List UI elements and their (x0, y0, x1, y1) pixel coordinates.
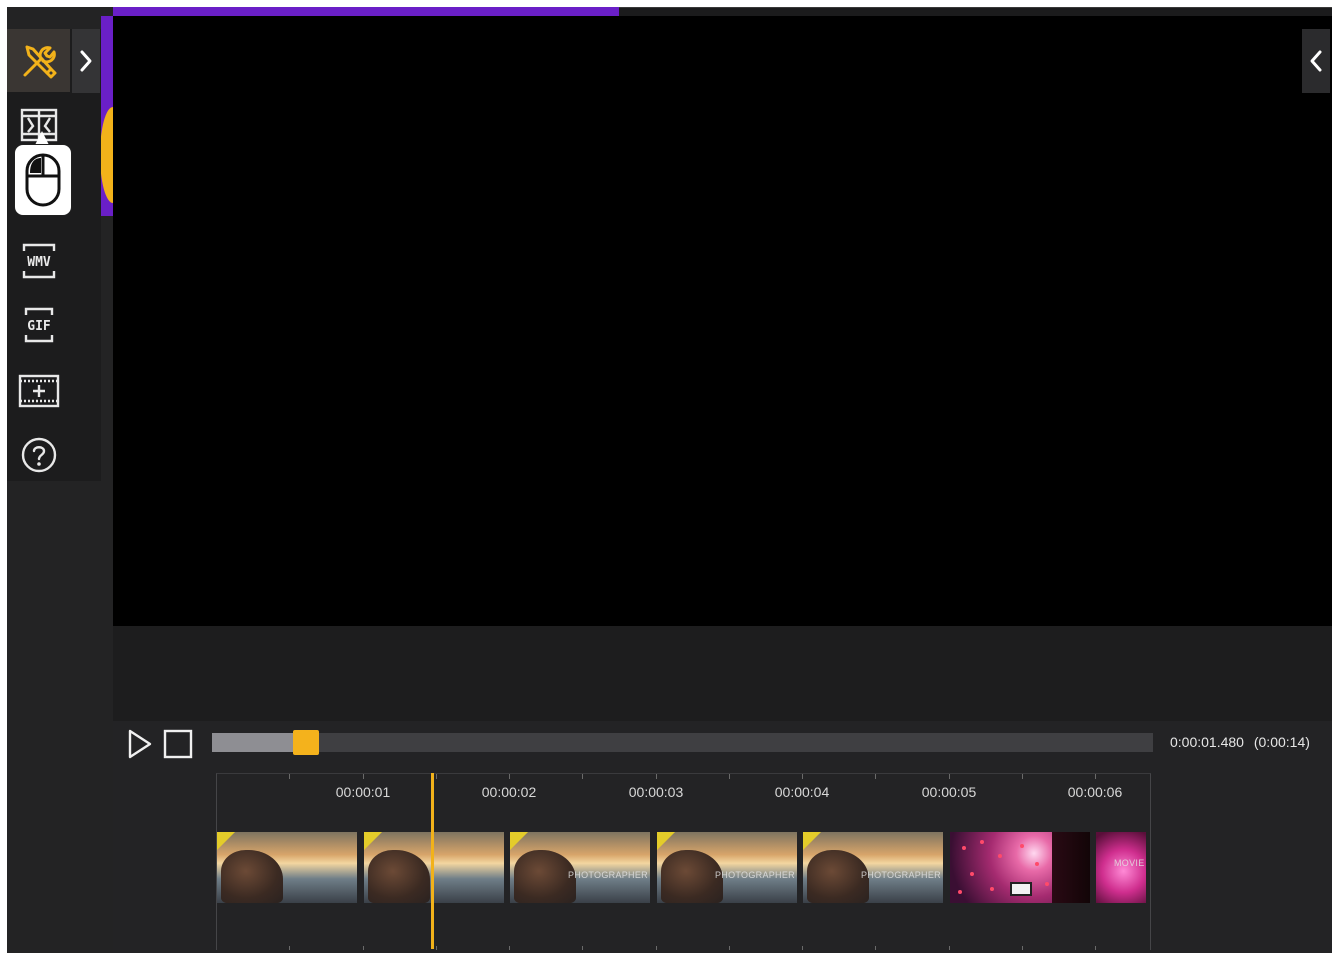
confetti-spark (1020, 844, 1024, 848)
ruler-tick (289, 946, 290, 950)
thumbnail-phone (1010, 882, 1032, 896)
chevron-left-icon (1310, 50, 1322, 72)
timeline-ruler[interactable]: 00:00:01 00:00:02 00:00:03 00:00:04 00:00:05… (216, 773, 1151, 950)
ruler-tick (656, 774, 657, 779)
expand-sidebar-button[interactable] (72, 29, 100, 93)
current-time: 0:00:01.480 (1170, 734, 1244, 750)
timeline-thumbnail[interactable] (950, 832, 1090, 903)
add-clip-icon (18, 374, 59, 407)
timeline-playhead[interactable] (431, 773, 434, 949)
ruler-tick (875, 946, 876, 950)
ruler-tick (656, 946, 657, 950)
thumbnail-person (1052, 832, 1090, 903)
wmv-export-icon: WMV (22, 243, 55, 278)
thumbnail-subject (661, 850, 723, 903)
ruler-tick (289, 774, 290, 779)
ruler-tick (729, 946, 730, 950)
seek-bar-fill (212, 733, 306, 752)
ruler-tick (582, 774, 583, 779)
seek-bar[interactable] (212, 730, 1153, 755)
mouse-icon (25, 153, 61, 207)
thumbnail-subject (514, 850, 576, 903)
stop-icon (163, 729, 193, 759)
mouse-tooltip (14, 144, 72, 216)
ruler-tick (949, 946, 950, 950)
thumbnail-caption: MOVIE (1114, 858, 1145, 868)
stop-button[interactable] (162, 728, 194, 760)
ruler-tick (363, 946, 364, 950)
gif-export-icon: GIF (24, 307, 53, 342)
timeline-thumbnail[interactable]: PHOTOGRAPHER (657, 832, 797, 903)
help-icon (21, 437, 56, 472)
ruler-tick (802, 946, 803, 950)
ruler-tick (1022, 774, 1023, 779)
play-button[interactable] (126, 728, 154, 760)
timeline-thumbnail[interactable]: MOVIE (1096, 832, 1146, 903)
confetti-spark (970, 872, 974, 876)
gif-button[interactable]: GIF (7, 293, 70, 356)
ruler-tick (802, 774, 803, 779)
confetti-spark (998, 854, 1002, 858)
svg-text:WMV: WMV (27, 255, 51, 270)
chevron-right-icon (80, 50, 92, 72)
collapse-panel-button[interactable] (1302, 29, 1330, 93)
confetti-spark (990, 887, 994, 891)
total-time: (0:00:14) (1253, 734, 1310, 750)
timeline-thumbnail[interactable]: PHOTOGRAPHER (510, 832, 650, 903)
confetti-spark (1035, 862, 1039, 866)
thumbnail-caption: PHOTOGRAPHER (715, 870, 795, 880)
thumbnail-caption: PHOTOGRAPHER (568, 870, 648, 880)
tool-sidebar: WMV GIF (7, 29, 101, 481)
help-button[interactable] (7, 423, 70, 486)
confetti-spark (980, 840, 984, 844)
video-preview[interactable] (113, 16, 1332, 626)
title-divider (619, 7, 1332, 8)
ruler-tick (436, 946, 437, 950)
ruler-tick-label: 00:00:05 (921, 784, 977, 800)
ruler-tick (875, 774, 876, 779)
tooltip-pointer (35, 131, 49, 145)
ruler-tick-label: 00:00:02 (481, 784, 537, 800)
ruler-tick (509, 946, 510, 950)
tools-icon (23, 45, 56, 78)
ruler-tick-label: 00:00:01 (335, 784, 391, 800)
ruler-tick-label: 00:00:06 (1067, 784, 1123, 800)
ruler-tick (363, 774, 364, 779)
preview-footer (113, 626, 1332, 721)
ruler-tick (582, 946, 583, 950)
ruler-tick (729, 774, 730, 779)
timeline-thumbnail[interactable]: PHOTOGRAPHER (803, 832, 943, 903)
timeline-thumbnail[interactable] (364, 832, 504, 903)
ruler-tick (1022, 946, 1023, 950)
time-readout: 0:00:01.480 (0:00:14) (1170, 734, 1310, 750)
tools-button[interactable] (7, 29, 70, 92)
svg-text:GIF: GIF (27, 319, 51, 334)
ruler-tick (436, 774, 437, 779)
timeline-thumbnail[interactable] (217, 832, 357, 903)
thumbnail-subject (368, 850, 430, 903)
ruler-tick (1095, 946, 1096, 950)
confetti-spark (1045, 882, 1049, 886)
ruler-tick (1095, 774, 1096, 779)
wmv-button[interactable]: WMV (7, 229, 70, 292)
thumbnail-caption: PHOTOGRAPHER (861, 870, 941, 880)
add-clip-button[interactable] (7, 359, 70, 422)
confetti-spark (958, 890, 962, 894)
play-icon (128, 729, 152, 759)
confetti-spark (962, 846, 966, 850)
ruler-tick (509, 774, 510, 779)
thumbnail-subject (807, 850, 869, 903)
ruler-tick-label: 00:00:03 (628, 784, 684, 800)
thumbnail-subject (221, 850, 283, 903)
seek-bar-thumb[interactable] (293, 730, 319, 755)
ruler-tick-label: 00:00:04 (774, 784, 830, 800)
ruler-tick (949, 774, 950, 779)
